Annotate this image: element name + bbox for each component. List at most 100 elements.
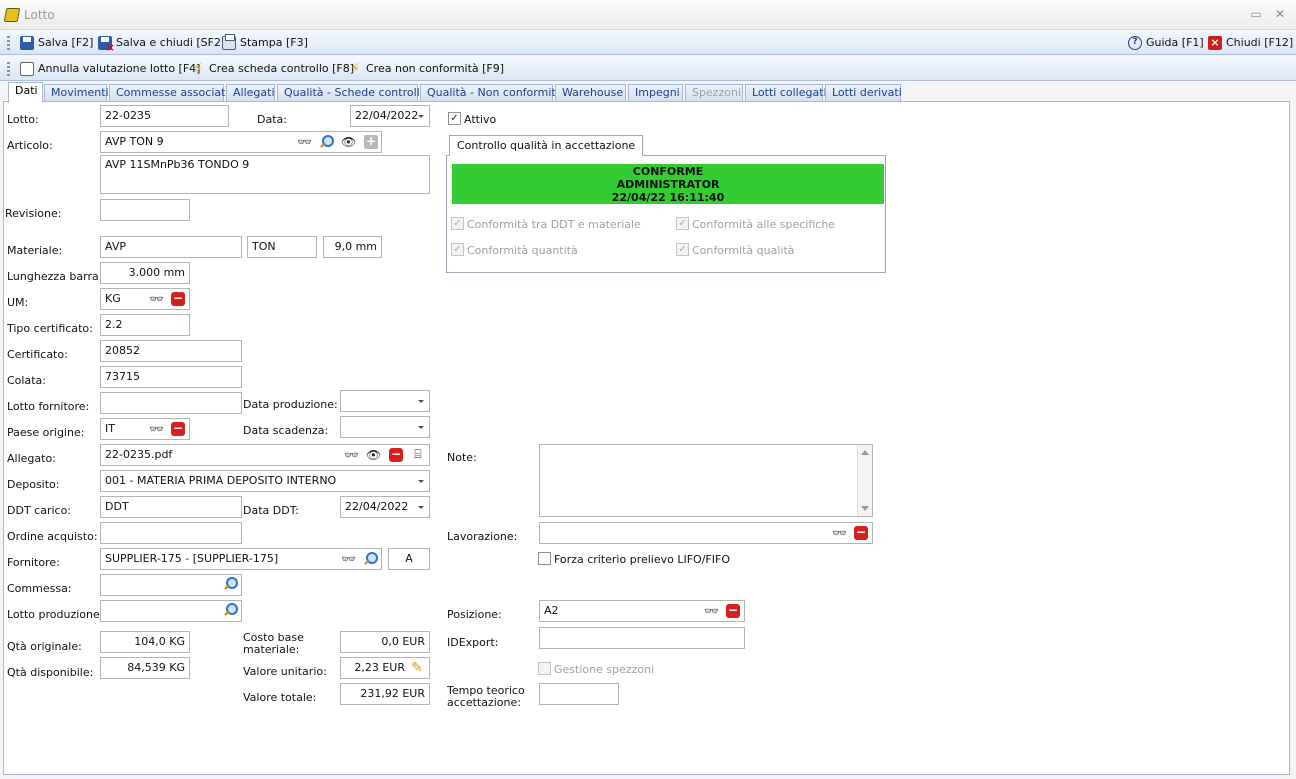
tab-commesse-associate[interactable]: Commesse associate (109, 84, 232, 102)
plus-icon[interactable]: + (364, 135, 378, 149)
tab-lotti-derivati[interactable]: Lotti derivati (825, 84, 902, 102)
lunghezza-barra-field[interactable]: 3.000 mm (100, 262, 190, 284)
tab-warehouse[interactable]: Warehouse (555, 84, 626, 102)
binoculars-icon[interactable]: 👓 (704, 604, 719, 618)
main-toolbar: Salva [F2] Salva e chiudi [SF2] Stampa [… (0, 30, 1296, 55)
lotto-fornitore-label: Lotto fornitore: (7, 400, 90, 413)
binoculars-icon[interactable]: 👓 (149, 422, 164, 436)
qta-originale-field[interactable]: 104,0 KG (100, 631, 190, 653)
lotto-field[interactable]: 22-0235 (100, 105, 229, 127)
lavorazione-field[interactable] (539, 522, 873, 544)
colata-field[interactable]: 73715 (100, 366, 242, 388)
data-date-picker[interactable]: 22/04/2022 (350, 105, 430, 127)
lightning-icon: ⚡ (193, 60, 203, 77)
magnifier-icon[interactable] (223, 577, 238, 591)
articolo-field[interactable]: AVP TON 9 (100, 131, 382, 153)
tempo-teorico-field[interactable] (539, 683, 619, 705)
remove-icon[interactable]: − (171, 292, 185, 306)
fornitore-field[interactable]: SUPPLIER-175 - [SUPPLIER-175] (100, 548, 382, 570)
note-textarea[interactable] (539, 444, 873, 517)
tab-lotti-collegati[interactable]: Lotti collegati (745, 84, 827, 102)
app-icon (3, 8, 21, 22)
create-check-sheet-button[interactable]: ⚡ Crea scheda controllo [F8] (191, 59, 354, 78)
binoculars-icon[interactable]: 👓 (832, 526, 847, 540)
print-button[interactable]: Stampa [F3] (222, 33, 308, 52)
tab-schede-controllo[interactable]: Qualità - Schede controllo (277, 84, 426, 102)
revisione-field[interactable] (100, 199, 190, 221)
create-nonconformity-label: Crea non conformità [F9] (366, 62, 505, 75)
deposito-select[interactable]: 001 - MATERIA PRIMA DEPOSITO INTERNO (100, 470, 430, 492)
commessa-field[interactable] (100, 574, 242, 596)
pencil-icon[interactable]: ✎ (410, 661, 424, 675)
eye-icon[interactable]: 👁 (366, 448, 381, 462)
save-button-label: Salva [F2] (38, 36, 94, 49)
articolo-description[interactable]: AVP 11SMnPb36 TONDO 9 (100, 155, 430, 194)
forza-criterio-checkbox[interactable] (538, 552, 551, 565)
articolo-label: Articolo: (7, 139, 53, 152)
save-button[interactable]: Salva [F2] (20, 33, 93, 52)
ordine-acquisto-field[interactable] (100, 522, 242, 544)
restore-icon[interactable]: ▭ (1249, 7, 1263, 21)
lightning-icon: ⚡ (350, 60, 360, 77)
costo-base-field[interactable]: 0,0 EUR (340, 631, 430, 653)
remove-icon[interactable]: − (854, 526, 868, 540)
remove-icon[interactable]: − (171, 422, 185, 436)
magnifier-icon[interactable] (223, 603, 238, 617)
materiale-field[interactable]: AVP (100, 236, 242, 258)
certificato-field[interactable]: 20852 (100, 340, 242, 362)
data-ddt-picker[interactable]: 22/04/2022 (340, 496, 430, 518)
materiale-shape-field[interactable]: TON (247, 236, 317, 258)
cancel-evaluation-button[interactable]: Annulla valutazione lotto [F4] (20, 59, 200, 78)
fornitore-code-field[interactable]: A (388, 548, 430, 570)
qta-disponibile-field[interactable]: 84,539 KG (100, 657, 190, 679)
valore-totale-field[interactable]: 231,92 EUR (340, 683, 430, 705)
remove-icon[interactable]: − (726, 604, 740, 618)
remove-icon[interactable]: − (389, 448, 403, 462)
qc-check-spec-label: Conformità alle specifiche (692, 218, 836, 231)
forza-criterio-label: Forza criterio prelievo LIFO/FIFO (554, 553, 730, 566)
scrollbar-track[interactable] (857, 445, 872, 516)
help-button[interactable]: ? Guida [F1] (1128, 33, 1204, 52)
checkbox-icon (20, 61, 34, 76)
note-scrollbar[interactable] (857, 445, 872, 516)
attivo-checkbox[interactable]: ✓ (448, 112, 461, 125)
close-window-icon[interactable]: ✕ (1273, 7, 1287, 21)
tab-movimenti[interactable]: Movimenti (44, 84, 109, 102)
tab-dati[interactable]: Dati (8, 82, 43, 103)
magnifier-icon[interactable] (319, 135, 334, 149)
save-close-button[interactable]: Salva e chiudi [SF2] (98, 33, 225, 54)
um-label: UM: (7, 296, 29, 309)
ordine-acquisto-label: Ordine acquisto: (7, 530, 98, 543)
binoculars-icon[interactable]: 👓 (149, 292, 164, 306)
close-button[interactable]: × Chiudi [F12] (1208, 33, 1293, 52)
binoculars-icon[interactable]: 👓 (341, 552, 356, 566)
paese-origine-label: Paese origine: (7, 426, 85, 439)
print-button-label: Stampa [F3] (240, 36, 308, 49)
qc-check-ddt-label: Conformità tra DDT e materiale (467, 218, 641, 231)
materiale-size-field[interactable]: 9,0 mm (323, 236, 382, 258)
lotto-produzione-field[interactable] (100, 600, 242, 622)
tab-non-conformita[interactable]: Qualità - Non conformità (420, 84, 562, 102)
scanner-icon[interactable]: ⌸ (411, 447, 425, 461)
tab-allegati[interactable]: Allegati (226, 84, 275, 102)
ddt-carico-field[interactable]: DDT (100, 496, 242, 518)
toolbar-grip[interactable] (7, 62, 10, 76)
eye-icon[interactable]: 👁 (341, 135, 356, 149)
scroll-up-icon[interactable] (861, 450, 869, 455)
data-scadenza-picker[interactable] (340, 416, 430, 438)
scroll-down-icon[interactable] (861, 506, 869, 511)
tab-impegni[interactable]: Impegni (628, 84, 683, 102)
idexport-field[interactable] (539, 627, 745, 649)
data-produzione-picker[interactable] (340, 390, 430, 412)
magnifier-icon[interactable] (363, 552, 378, 566)
binoculars-icon[interactable]: 👓 (297, 135, 312, 149)
qc-tab[interactable]: Controllo qualità in accettazione (449, 135, 644, 156)
lotto-fornitore-field[interactable] (100, 392, 242, 414)
create-nonconformity-button[interactable]: ⚡ Crea non conformità [F9] (348, 59, 504, 78)
binoculars-icon[interactable]: 👓 (344, 448, 359, 462)
qta-originale-label: Qtà originale: (7, 640, 82, 653)
toolbar-grip[interactable] (7, 36, 10, 50)
qc-status-timestamp: 22/04/22 16:11:40 (611, 191, 725, 204)
tipo-certificato-field[interactable]: 2.2 (100, 314, 190, 336)
qta-disponibile-label: Qtà disponibile: (7, 666, 94, 679)
